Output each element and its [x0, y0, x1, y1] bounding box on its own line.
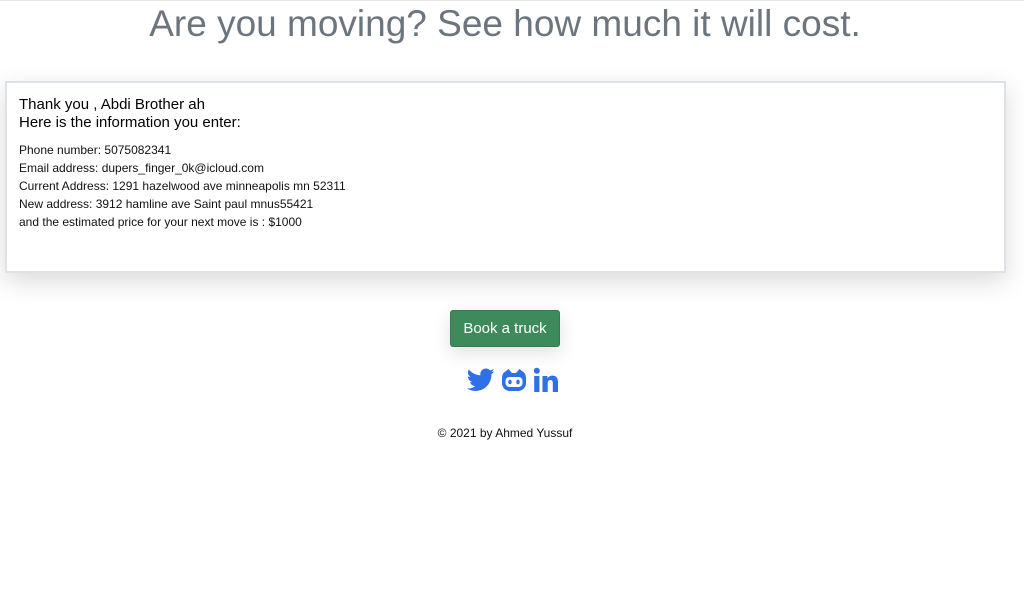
- twitter-icon: [467, 368, 495, 392]
- phone-number-text: Phone number: 5075082341: [19, 143, 172, 157]
- page-title: Are you moving? See how much it will cos…: [149, 3, 861, 44]
- github-link[interactable]: [501, 368, 527, 392]
- book-truck-button[interactable]: Book a truck: [450, 310, 560, 347]
- current-address-text: Current Address: 1291 hazelwood ave minn…: [19, 179, 346, 193]
- info-summary-card: Thank you , Abdi Brother ah Here is the …: [5, 81, 1006, 273]
- linkedin-icon: [533, 367, 559, 393]
- greeting-text: Thank you , Abdi Brother ah: [19, 96, 205, 113]
- intro-text: Here is the information you enter:: [19, 114, 241, 131]
- top-divider: [0, 0, 1024, 1]
- github-icon: [501, 368, 527, 392]
- social-links: [467, 367, 559, 393]
- estimated-price-text: and the estimated price for your next mo…: [19, 215, 302, 229]
- linkedin-link[interactable]: [533, 367, 559, 393]
- cta-container: Book a truck: [0, 310, 1010, 347]
- footer-copyright: © 2021 by Ahmed Yussuf: [437, 426, 573, 440]
- twitter-link[interactable]: [467, 368, 495, 392]
- new-address-text: New address: 3912 hamline ave Saint paul…: [19, 197, 314, 211]
- email-address-text: Email address: dupers_finger_0k@icloud.c…: [19, 161, 264, 175]
